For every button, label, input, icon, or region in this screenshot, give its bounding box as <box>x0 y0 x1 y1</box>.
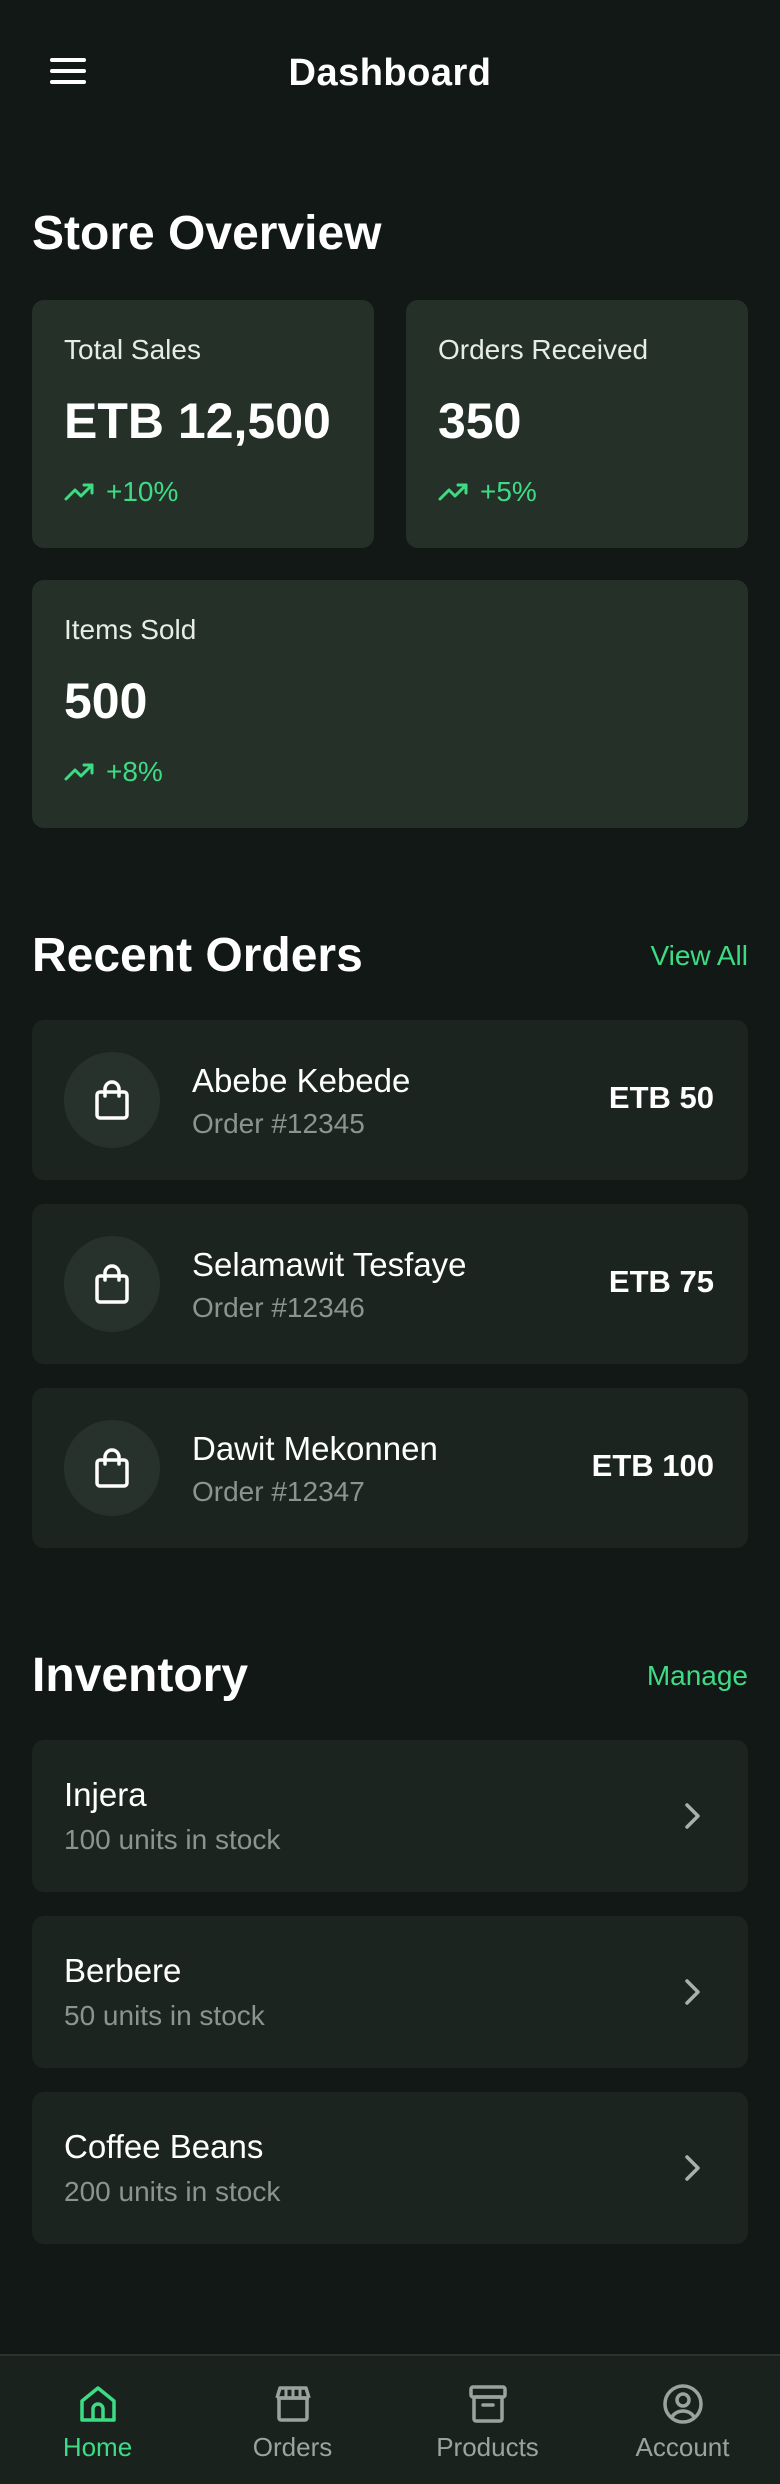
order-avatar <box>64 1236 160 1332</box>
stat-card-orders-received[interactable]: Orders Received 350 +5% <box>406 300 748 548</box>
nav-label: Home <box>62 2432 133 2462</box>
stat-trend-value: +5% <box>480 476 537 507</box>
nav-item-account[interactable]: Account <box>585 2356 780 2484</box>
order-card[interactable]: Selamawit Tesfaye Order #12346 ETB 75 <box>32 1204 748 1364</box>
product-name: Berbere <box>64 1952 182 1989</box>
stat-trend: +5% <box>438 476 537 508</box>
inventory-title: Inventory <box>32 1649 249 1702</box>
bottom-navigation: Home Orders Products Account <box>0 2354 780 2484</box>
order-avatar <box>64 1420 160 1516</box>
nav-label: Orders <box>252 2432 333 2462</box>
nav-item-products[interactable]: Products <box>390 2356 585 2484</box>
stock-count: 200 units in stock <box>64 2176 281 2207</box>
dashboard-screen: Dashboard Store Overview Total Sales ETB… <box>0 0 780 2484</box>
trending-up-icon <box>64 483 94 501</box>
store-overview-title: Store Overview <box>32 207 382 260</box>
order-card[interactable]: Abebe Kebede Order #12345 ETB 50 <box>32 1020 748 1180</box>
order-card[interactable]: Dawit Mekonnen Order #12347 ETB 100 <box>32 1388 748 1548</box>
stat-card-items-sold[interactable]: Items Sold 500 +8% <box>32 580 748 828</box>
storefront-icon <box>274 2386 311 2422</box>
shopping-bag-icon <box>95 1448 129 1488</box>
order-amount: ETB 50 <box>608 1080 714 1115</box>
customer-name: Selamawit Tesfaye <box>192 1246 467 1283</box>
stat-value: 350 <box>438 393 522 449</box>
view-all-link[interactable]: View All <box>650 940 748 972</box>
order-amount: ETB 75 <box>608 1264 714 1299</box>
nav-item-home[interactable]: Home <box>0 2356 195 2484</box>
order-amount: ETB 100 <box>591 1448 714 1483</box>
order-number: Order #12345 <box>192 1108 365 1139</box>
stat-label: Orders Received <box>438 334 649 365</box>
recent-orders-title: Recent Orders <box>32 929 363 982</box>
stat-trend: +8% <box>64 756 163 788</box>
manage-link[interactable]: Manage <box>647 1660 748 1692</box>
stat-value: 500 <box>64 673 148 729</box>
chevron-right-icon <box>685 2155 700 2181</box>
product-name: Coffee Beans <box>64 2128 264 2165</box>
stat-trend: +10% <box>64 476 178 508</box>
stock-count: 50 units in stock <box>64 2000 265 2031</box>
trending-up-icon <box>438 483 468 501</box>
customer-name: Dawit Mekonnen <box>192 1430 438 1467</box>
order-number: Order #12346 <box>192 1292 365 1323</box>
chevron-right-icon <box>685 1979 700 2005</box>
stat-label: Total Sales <box>64 334 201 365</box>
nav-label: Products <box>436 2432 539 2462</box>
inventory-item[interactable]: Injera 100 units in stock <box>32 1740 748 1892</box>
archive-box-icon <box>468 2385 507 2423</box>
shopping-bag-icon <box>95 1264 129 1304</box>
home-icon <box>79 2386 116 2422</box>
stat-trend-value: +8% <box>106 756 163 787</box>
nav-item-orders[interactable]: Orders <box>195 2356 390 2484</box>
app-header: Dashboard <box>0 0 780 150</box>
shopping-bag-icon <box>95 1080 129 1120</box>
trending-up-icon <box>64 763 94 781</box>
nav-label: Account <box>635 2432 730 2462</box>
chevron-right-icon <box>685 1803 700 1829</box>
order-avatar <box>64 1052 160 1148</box>
page-title: Dashboard <box>288 52 492 94</box>
product-name: Injera <box>64 1776 147 1813</box>
stat-trend-value: +10% <box>106 476 179 507</box>
stat-label: Items Sold <box>64 614 197 645</box>
stat-card-total-sales[interactable]: Total Sales ETB 12,500 +10% <box>32 300 374 548</box>
inventory-item[interactable]: Berbere 50 units in stock <box>32 1916 748 2068</box>
inventory-item[interactable]: Coffee Beans 200 units in stock <box>32 2092 748 2244</box>
customer-name: Abebe Kebede <box>192 1062 411 1099</box>
user-circle-icon <box>662 2384 703 2424</box>
stock-count: 100 units in stock <box>64 1824 281 1855</box>
stat-value: ETB 12,500 <box>64 393 331 449</box>
order-number: Order #12347 <box>192 1476 365 1507</box>
